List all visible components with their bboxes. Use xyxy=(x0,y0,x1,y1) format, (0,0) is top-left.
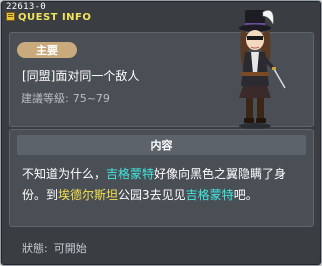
quest-type-badge: 主要 xyxy=(17,42,77,58)
location-name-link[interactable]: 埃德尔斯坦 xyxy=(58,188,118,202)
desc-text: 好像向黑色之翼隐瞒了身 xyxy=(154,167,287,181)
status-label: 狀態: xyxy=(22,242,48,255)
quest-info-window: 22613-0 QUEST INFO 主要 [同盟]面对同一个敌人 建議等級: 7… xyxy=(0,0,322,266)
level-label: 建議等級: xyxy=(21,92,69,105)
desc-text: 公园3去见见 xyxy=(118,188,186,202)
status-value: 可開始 xyxy=(53,242,87,255)
desc-text: 不知道为什么， xyxy=(22,167,107,181)
window-title-bar[interactable]: QUEST INFO xyxy=(6,12,91,23)
npc-name-link[interactable]: 吉格蒙特 xyxy=(106,167,154,181)
quest-name: [同盟]面对同一个敌人 xyxy=(22,69,140,83)
content-header: 内容 xyxy=(17,135,306,155)
desc-text: 份。到 xyxy=(22,188,59,202)
quest-level: 建議等級: 75~79 xyxy=(21,90,110,106)
npc-portrait xyxy=(239,10,286,129)
quest-status: 狀態: 可開始 xyxy=(22,240,87,256)
quest-book-icon xyxy=(6,12,15,21)
quest-description: 不知道为什么，吉格蒙特好像向黑色之翼隐瞒了身 份。到埃德尔斯坦公园3去见见吉格蒙… xyxy=(22,164,309,206)
desc-text: 吧。 xyxy=(233,188,258,202)
level-range: 75~79 xyxy=(72,92,110,105)
quest-id: 22613-0 xyxy=(6,2,47,12)
window-title: QUEST INFO xyxy=(18,12,92,23)
npc-name-link[interactable]: 吉格蒙特 xyxy=(186,188,234,202)
